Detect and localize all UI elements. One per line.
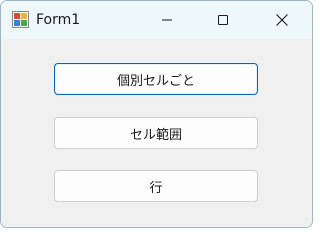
row-button[interactable]: 行	[54, 170, 258, 202]
app-window: Form1 個別セルごと セル範囲 行	[0, 0, 313, 228]
window-title: Form1	[36, 12, 81, 28]
form-client-area: 個別セルごと セル範囲 行	[1, 39, 312, 227]
cell-range-button-label: セル範囲	[129, 127, 182, 143]
maximize-button[interactable]	[200, 1, 246, 39]
close-button[interactable]	[259, 1, 305, 39]
individual-cells-button-label: 個別セルごと	[116, 73, 195, 89]
app-icon[interactable]	[12, 11, 29, 28]
individual-cells-button[interactable]: 個別セルごと	[54, 63, 258, 95]
title-bar[interactable]: Form1	[1, 1, 312, 39]
maximize-icon	[218, 15, 228, 25]
cell-range-button[interactable]: セル範囲	[54, 117, 258, 149]
row-button-label: 行	[149, 180, 163, 196]
minimize-icon	[162, 19, 172, 21]
minimize-button[interactable]	[144, 1, 190, 39]
close-icon	[276, 14, 288, 26]
